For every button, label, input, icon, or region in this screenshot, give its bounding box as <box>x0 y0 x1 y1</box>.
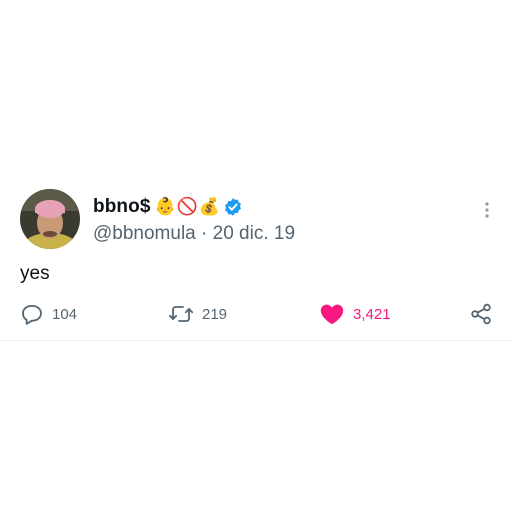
share-icon <box>471 303 491 325</box>
share-button[interactable] <box>469 302 493 326</box>
retweet-icon <box>168 306 194 322</box>
like-button[interactable]: 3,421 <box>319 302 391 326</box>
tweet-card[interactable]: bbno$ 👶 🚫 💰 @bbnomula · 20 dic. 19 yes 1… <box>0 0 512 512</box>
reply-count: 104 <box>52 305 78 323</box>
tweet-date[interactable]: 20 dic. 19 <box>213 223 295 244</box>
retweet-count: 219 <box>202 305 228 323</box>
tweet-text: yes <box>20 263 50 284</box>
handle-date-row: @bbnomula · 20 dic. 19 <box>93 223 295 245</box>
divider <box>0 340 512 341</box>
verified-badge-icon <box>223 197 243 217</box>
handle[interactable]: @bbnomula <box>93 223 196 244</box>
prohibited-emoji-icon: 🚫 <box>176 196 198 217</box>
money-bag-emoji-icon: 💰 <box>198 196 221 217</box>
more-vertical-icon[interactable] <box>478 200 496 220</box>
author-name-row: bbno$ 👶 🚫 💰 <box>93 194 243 220</box>
retweet-button[interactable]: 219 <box>168 302 227 326</box>
avatar[interactable] <box>20 189 80 249</box>
avatar-image <box>20 189 80 249</box>
like-count: 3,421 <box>353 305 391 323</box>
baby-emoji-icon: 👶 <box>154 196 176 217</box>
heart-filled-icon <box>320 304 344 325</box>
separator: · <box>201 223 208 244</box>
speech-bubble-icon <box>22 305 42 325</box>
display-name[interactable]: bbno$ <box>93 196 151 218</box>
reply-button[interactable]: 104 <box>20 302 77 326</box>
